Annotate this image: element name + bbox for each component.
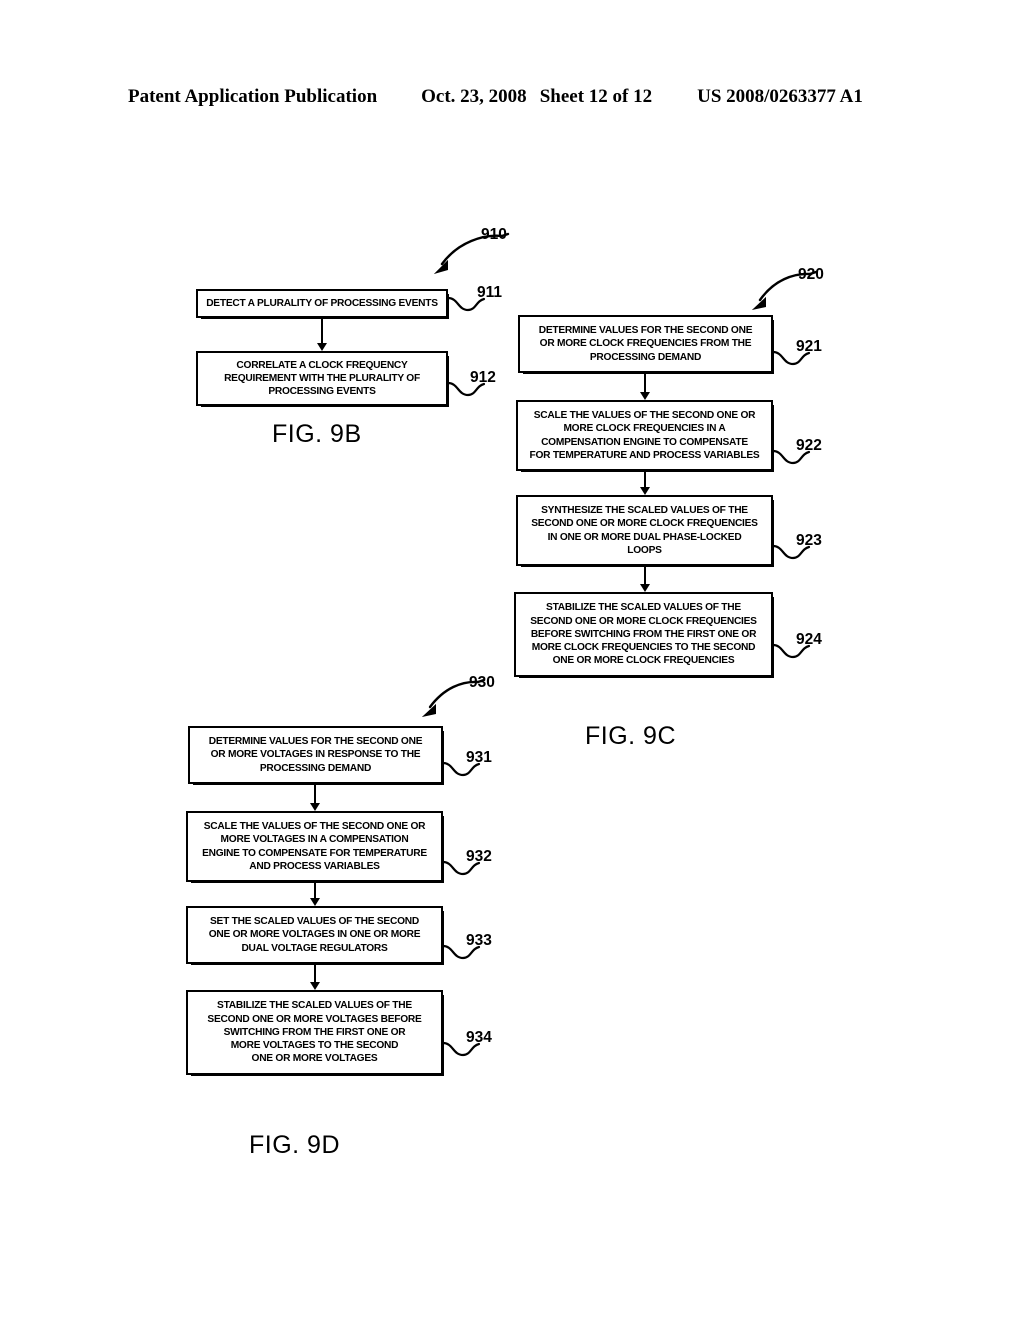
flow-step-923: SYNTHESIZE THE SCALED VALUES OF THE SECO…: [516, 495, 774, 567]
flow-step-934-line-5: ONE OR MORE VOLTAGES: [251, 1053, 378, 1065]
ref-number-923: 923: [796, 532, 822, 549]
flow-step-911: DETECT A PLURALITY OF PROCESSING EVENTS: [196, 289, 449, 319]
flow-step-911-line-1: DETECT A PLURALITY OF PROCESSING EVENTS: [206, 297, 438, 309]
flow-step-934-line-2: SECOND ONE OR MORE VOLTAGES BEFORE: [207, 1013, 422, 1025]
flow-step-924-line-1: STABILIZE THE SCALED VALUES OF THE: [546, 602, 741, 614]
flow-step-921-line-2: OR MORE CLOCK FREQUENCIES FROM THE: [539, 338, 752, 350]
flow-step-923-line-3: IN ONE OR MORE DUAL PHASE-LOCKED: [547, 531, 742, 543]
connector-931-932: [314, 784, 317, 805]
flow-step-923-line-1: SYNTHESIZE THE SCALED VALUES OF THE: [541, 505, 748, 517]
flow-step-921-line-1: DETERMINE VALUES FOR THE SECOND ONE: [538, 325, 753, 337]
flow-step-912-line-1: CORRELATE A CLOCK FREQUENCY: [236, 359, 408, 371]
connector-931-932-arrowhead: [310, 803, 320, 811]
flow-step-912: CORRELATE A CLOCK FREQUENCY REQUIREMENT …: [196, 351, 449, 407]
flow-step-932: SCALE THE VALUES OF THE SECOND ONE OR MO…: [186, 811, 444, 883]
ref-number-930: 930: [469, 674, 495, 691]
connector-911-912-arrowhead: [317, 343, 327, 351]
connector-932-933-arrowhead: [310, 898, 320, 906]
flow-step-922: SCALE THE VALUES OF THE SECOND ONE OR MO…: [516, 400, 774, 472]
flow-step-933-line-2: ONE OR MORE VOLTAGES IN ONE OR MORE: [208, 929, 421, 941]
flow-step-924-line-5: ONE OR MORE CLOCK FREQUENCIES: [552, 655, 735, 667]
flow-step-924: STABILIZE THE SCALED VALUES OF THE SECON…: [514, 592, 774, 678]
figure-caption-9c: FIG. 9C: [585, 722, 677, 750]
connector-923-924-arrowhead: [640, 584, 650, 592]
figure-caption-9b: FIG. 9B: [272, 420, 362, 448]
connector-933-934: [314, 964, 317, 984]
ref-number-924: 924: [796, 631, 822, 648]
flow-step-924-line-4: MORE CLOCK FREQUENCIES TO THE SECOND: [531, 642, 756, 654]
flow-step-934-line-1: STABILIZE THE SCALED VALUES OF THE: [217, 1000, 412, 1012]
connector-923-924: [644, 566, 647, 586]
flow-step-922-line-2: MORE CLOCK FREQUENCIES IN A: [563, 423, 726, 435]
ref-number-933: 933: [466, 932, 492, 949]
flow-step-931: DETERMINE VALUES FOR THE SECOND ONE OR M…: [188, 726, 444, 785]
flow-step-934: STABILIZE THE SCALED VALUES OF THE SECON…: [186, 990, 444, 1076]
ref-number-934: 934: [466, 1029, 492, 1046]
flow-step-924-line-3: BEFORE SWITCHING FROM THE FIRST ONE OR: [530, 628, 757, 640]
ref-number-911: 911: [477, 284, 503, 301]
flow-step-933: SET THE SCALED VALUES OF THE SECOND ONE …: [186, 906, 444, 965]
ref-number-910: 910: [481, 226, 507, 243]
flow-step-921-line-3: PROCESSING DEMAND: [589, 351, 702, 363]
flow-step-934-line-4: MORE VOLTAGES TO THE SECOND: [230, 1040, 399, 1052]
flow-step-923-line-2: SECOND ONE OR MORE CLOCK FREQUENCIES: [531, 518, 758, 530]
ref-number-921: 921: [796, 338, 822, 355]
flow-step-931-line-2: OR MORE VOLTAGES IN RESPONSE TO THE: [210, 749, 421, 761]
flow-step-932-line-4: AND PROCESS VARIABLES: [249, 860, 380, 872]
flow-step-922-line-1: SCALE THE VALUES OF THE SECOND ONE OR: [533, 410, 756, 422]
flow-step-922-line-4: FOR TEMPERATURE AND PROCESS VARIABLES: [529, 449, 760, 461]
flow-step-932-line-1: SCALE THE VALUES OF THE SECOND ONE OR: [203, 821, 426, 833]
flow-step-923-line-4: LOOPS: [627, 544, 662, 556]
flow-step-932-line-3: ENGINE TO COMPENSATE FOR TEMPERATURE: [202, 847, 427, 859]
flow-step-922-line-3: COMPENSATION ENGINE TO COMPENSATE: [541, 436, 748, 448]
ref-number-932: 932: [466, 848, 492, 865]
connector-922-923-arrowhead: [640, 487, 650, 495]
flow-step-924-line-2: SECOND ONE OR MORE CLOCK FREQUENCIES: [530, 615, 757, 627]
flow-step-933-line-1: SET THE SCALED VALUES OF THE SECOND: [210, 916, 419, 928]
flow-step-931-line-1: DETERMINE VALUES FOR THE SECOND ONE: [208, 736, 423, 748]
connector-933-934-arrowhead: [310, 982, 320, 990]
flow-step-912-line-2: REQUIREMENT WITH THE PLURALITY OF: [224, 372, 420, 384]
figure-caption-9d: FIG. 9D: [249, 1131, 341, 1159]
connector-921-922: [644, 373, 647, 394]
drawing-sheet: 910 DETECT A PLURALITY OF PROCESSING EVE…: [0, 0, 1024, 1320]
ref-number-912: 912: [470, 369, 496, 386]
flow-step-932-line-2: MORE VOLTAGES IN A COMPENSATION: [220, 834, 409, 846]
connector-921-922-arrowhead: [640, 392, 650, 400]
ref-number-931: 931: [466, 749, 492, 766]
ref-number-922: 922: [796, 437, 822, 454]
flow-step-931-line-3: PROCESSING DEMAND: [259, 762, 372, 774]
flow-step-921: DETERMINE VALUES FOR THE SECOND ONE OR M…: [518, 315, 774, 374]
flow-step-934-line-3: SWITCHING FROM THE FIRST ONE OR: [223, 1026, 406, 1038]
connector-911-912: [321, 318, 324, 345]
flow-step-933-line-3: DUAL VOLTAGE REGULATORS: [241, 942, 388, 954]
flow-step-912-line-3: PROCESSING EVENTS: [268, 386, 376, 398]
ref-number-920: 920: [798, 266, 824, 283]
